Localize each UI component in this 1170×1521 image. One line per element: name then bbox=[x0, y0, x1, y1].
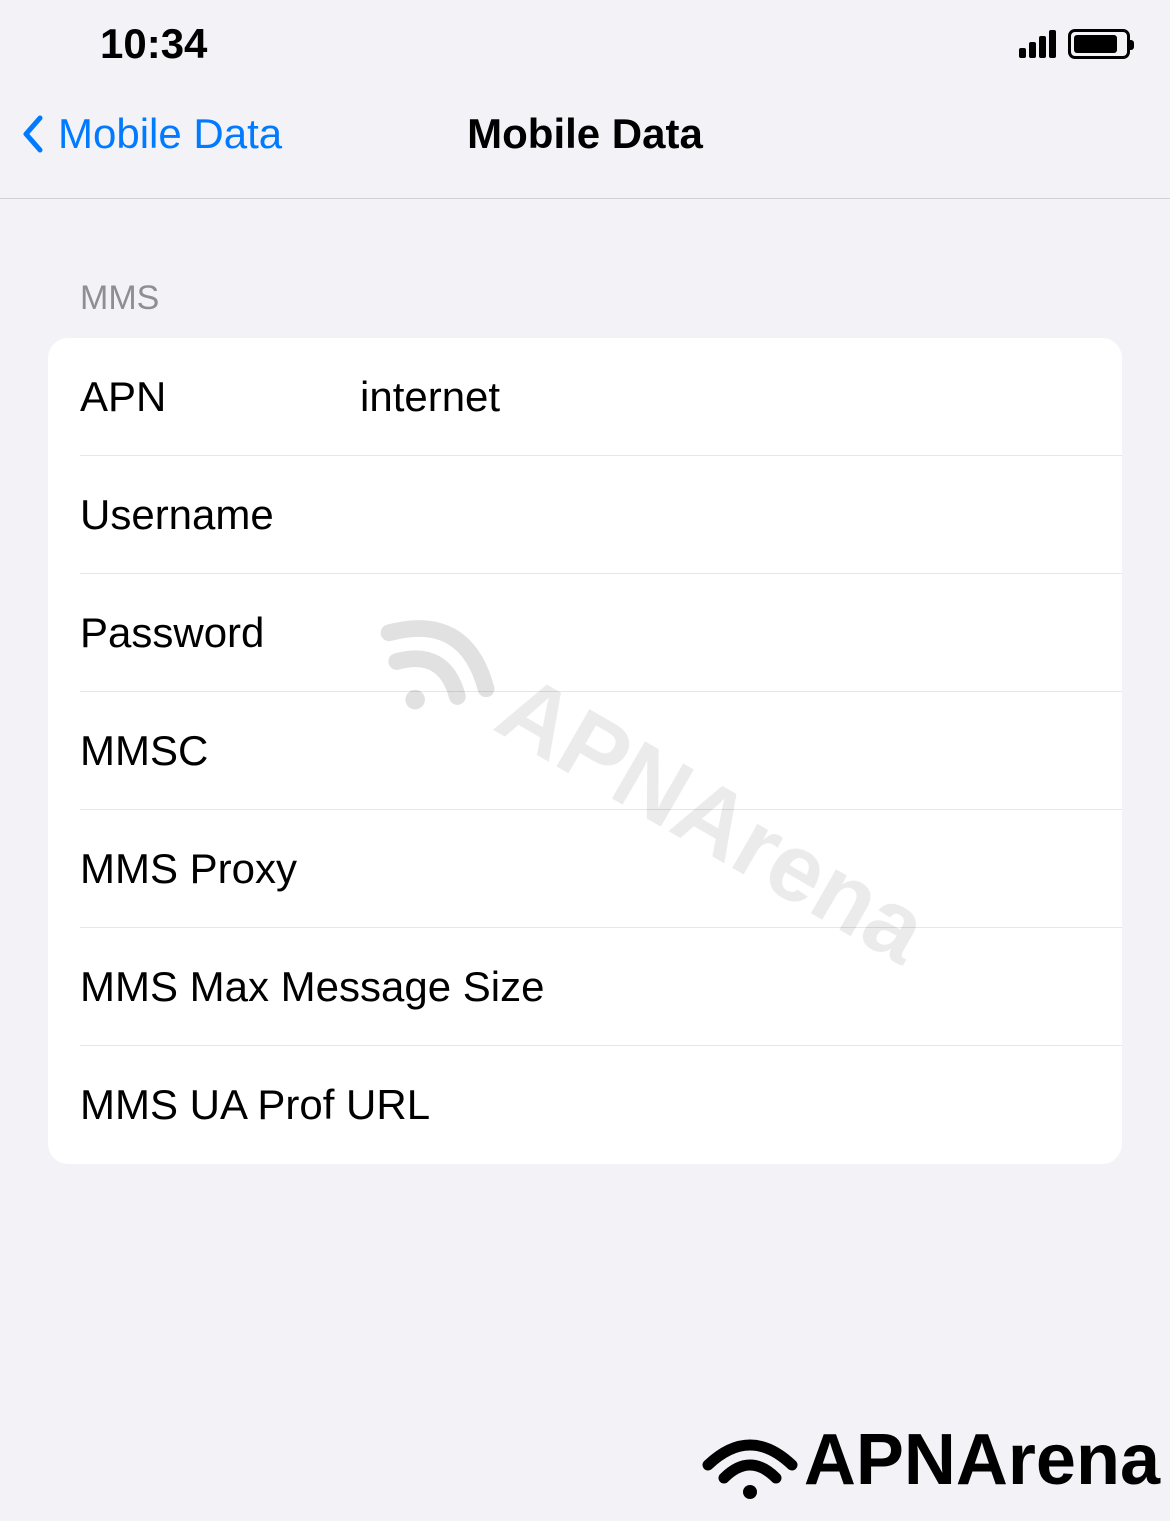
navigation-bar: Mobile Data Mobile Data bbox=[0, 90, 1170, 199]
settings-row-apn[interactable]: APN bbox=[80, 338, 1122, 456]
password-input[interactable] bbox=[360, 609, 1122, 657]
mms-proxy-input[interactable] bbox=[360, 845, 1122, 893]
chevron-left-icon bbox=[20, 114, 44, 154]
row-label: MMS Max Message Size bbox=[80, 963, 544, 1011]
back-button[interactable]: Mobile Data bbox=[20, 110, 282, 158]
row-label: APN bbox=[80, 373, 360, 421]
settings-row-mms-proxy[interactable]: MMS Proxy bbox=[80, 810, 1122, 928]
settings-row-mmsc[interactable]: MMSC bbox=[80, 692, 1122, 810]
page-title: Mobile Data bbox=[467, 110, 703, 158]
bottom-logo-text: APNArena bbox=[804, 1419, 1160, 1501]
battery-icon bbox=[1068, 29, 1130, 59]
row-label: Username bbox=[80, 491, 360, 539]
settings-group-mms: APN Username Password MMSC MMS P bbox=[48, 338, 1122, 1164]
content-area: MMS APN Username Password MMSC bbox=[0, 199, 1170, 1164]
apn-input[interactable] bbox=[360, 373, 1122, 421]
section-header-mms: MMS bbox=[48, 259, 1122, 338]
status-time: 10:34 bbox=[100, 20, 207, 68]
wifi-icon bbox=[700, 1420, 800, 1500]
status-bar: 10:34 bbox=[0, 0, 1170, 90]
row-label: MMS Proxy bbox=[80, 845, 360, 893]
mmsc-input[interactable] bbox=[360, 727, 1122, 775]
row-label: MMSC bbox=[80, 727, 360, 775]
settings-row-mms-max-size[interactable]: MMS Max Message Size bbox=[80, 928, 1122, 1046]
bottom-logo: APNArena bbox=[700, 1419, 1160, 1501]
mms-max-size-input[interactable] bbox=[544, 963, 1122, 1011]
mms-ua-prof-input[interactable] bbox=[430, 1081, 1122, 1129]
settings-row-password[interactable]: Password bbox=[80, 574, 1122, 692]
row-label: Password bbox=[80, 609, 360, 657]
username-input[interactable] bbox=[360, 491, 1122, 539]
cellular-signal-icon bbox=[1019, 30, 1056, 58]
back-label: Mobile Data bbox=[58, 110, 282, 158]
settings-row-username[interactable]: Username bbox=[80, 456, 1122, 574]
status-icons bbox=[1019, 29, 1130, 59]
settings-row-mms-ua-prof[interactable]: MMS UA Prof URL bbox=[80, 1046, 1122, 1164]
row-label: MMS UA Prof URL bbox=[80, 1081, 430, 1129]
